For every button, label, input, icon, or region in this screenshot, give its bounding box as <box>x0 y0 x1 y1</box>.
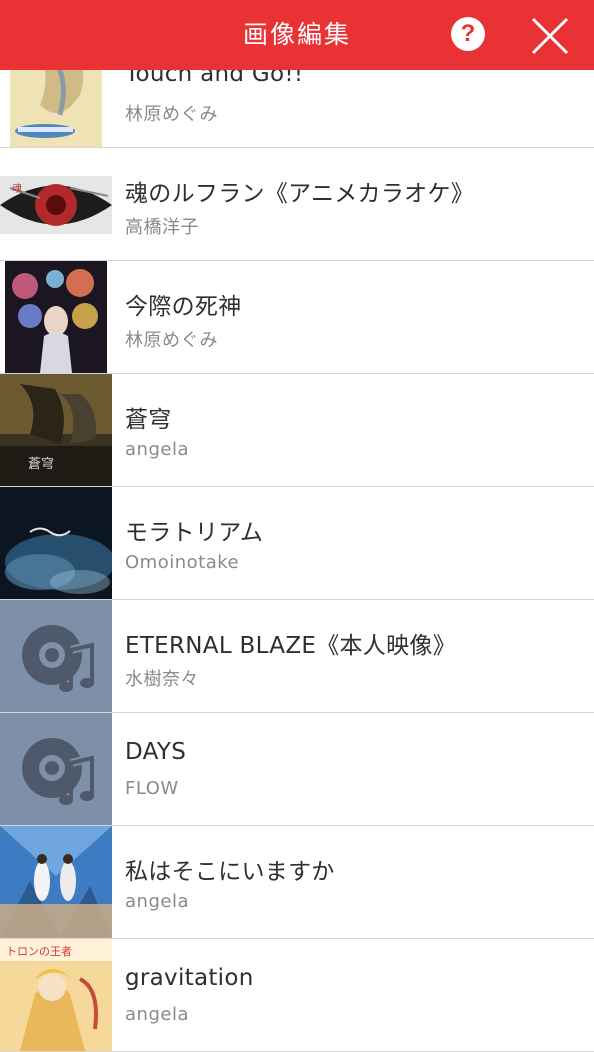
song-row[interactable]: 蒼穹 蒼穹 angela <box>0 374 594 487</box>
song-title: ETERNAL BLAZE《本人映像》 <box>125 633 457 659</box>
album-art-thumbnail: 魂 <box>0 148 112 260</box>
song-row[interactable]: DAYS FLOW <box>0 713 594 826</box>
song-title: 私はそこにいますか <box>125 859 335 885</box>
song-artist: FLOW <box>125 778 179 799</box>
song-artist: angela <box>125 891 189 912</box>
song-artist: angela <box>125 1004 189 1025</box>
song-title: DAYS <box>125 739 187 765</box>
song-row[interactable]: ETERNAL BLAZE《本人映像》 水樹奈々 <box>0 600 594 713</box>
song-artist: 水樹奈々 <box>125 669 199 690</box>
song-title: 魂のルフラン《アニメカラオケ》 <box>125 181 475 207</box>
song-artist: 高橋洋子 <box>125 217 199 238</box>
song-row[interactable]: モラトリアム Omoinotake <box>0 487 594 600</box>
song-title: 今際の死神 <box>125 294 242 320</box>
svg-text:蒼穹: 蒼穹 <box>28 456 54 472</box>
svg-text:トロンの王者: トロンの王者 <box>6 945 72 958</box>
close-icon[interactable] <box>528 14 572 58</box>
page-title: 画像編集 <box>242 20 351 49</box>
song-artist: 林原めぐみ <box>125 330 219 351</box>
music-disc-placeholder-icon <box>0 713 112 825</box>
music-disc-placeholder-icon <box>0 600 112 712</box>
album-art-thumbnail: トロンの王者 <box>0 939 112 1051</box>
song-title: gravitation <box>125 965 254 991</box>
app-header: 画像編集 ? <box>0 0 594 70</box>
help-button[interactable]: ? <box>451 17 485 51</box>
song-title: モラトリアム <box>125 520 264 546</box>
song-row[interactable]: トロンの王者 gravitation angela <box>0 939 594 1052</box>
song-title: 蒼穹 <box>125 407 172 433</box>
song-artist: 林原めぐみ <box>125 104 219 125</box>
album-art-thumbnail <box>0 826 112 938</box>
album-art-thumbnail <box>0 487 112 599</box>
svg-text:魂: 魂 <box>12 182 22 195</box>
song-list: Touch and Go!! 林原めぐみ 魂 魂のルフラン《アニメカラオケ》 高… <box>0 35 594 1052</box>
song-row[interactable]: 私はそこにいますか angela <box>0 826 594 939</box>
album-art-thumbnail <box>0 261 112 373</box>
album-art-thumbnail: 蒼穹 <box>0 374 112 486</box>
song-artist: Omoinotake <box>125 552 240 573</box>
song-row[interactable]: 魂 魂のルフラン《アニメカラオケ》 高橋洋子 <box>0 148 594 261</box>
song-artist: angela <box>125 439 189 460</box>
song-row[interactable]: 今際の死神 林原めぐみ <box>0 261 594 374</box>
